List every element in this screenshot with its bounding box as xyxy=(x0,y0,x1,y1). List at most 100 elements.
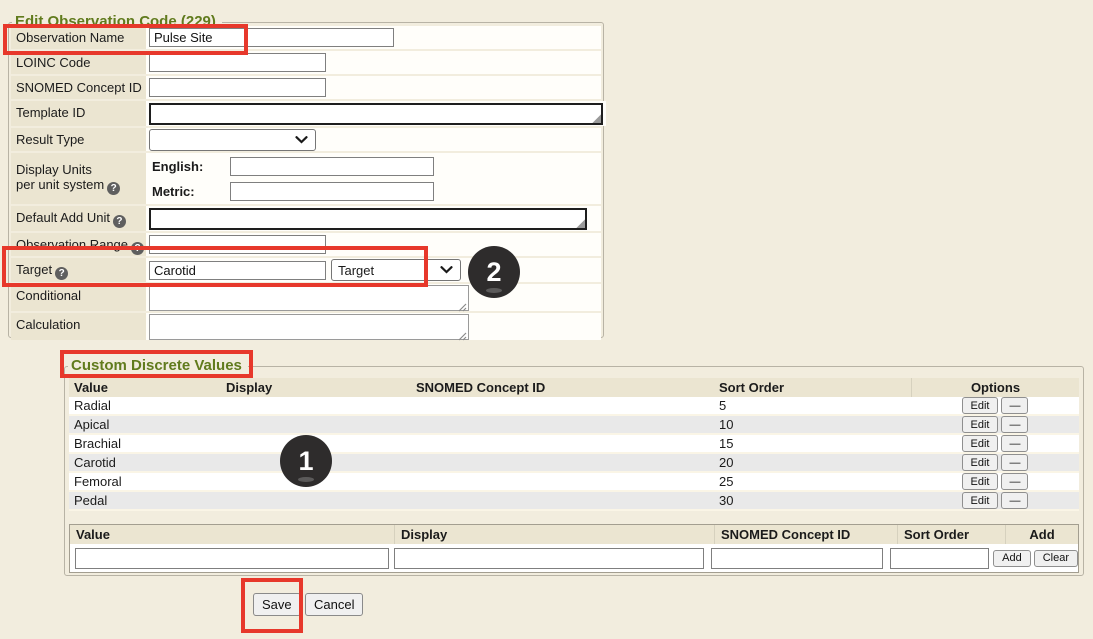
snomed-label: SNOMED Concept ID xyxy=(11,76,146,99)
add-display-input[interactable] xyxy=(394,548,704,569)
result-type-select[interactable] xyxy=(149,129,316,151)
template-id-textarea[interactable] xyxy=(149,103,603,125)
add-col-value: Value xyxy=(70,527,394,542)
edit-button[interactable]: Edit xyxy=(962,454,999,471)
default-add-unit-textarea[interactable] xyxy=(149,208,587,230)
save-button[interactable]: Save xyxy=(253,593,301,616)
cell-sort-order: 20 xyxy=(713,455,911,470)
display-units-label: Display Units per unit system? xyxy=(11,153,146,204)
row-result-type: Result Type xyxy=(11,128,601,151)
form-rows: Observation Name LOINC Code SNOMED Conce… xyxy=(11,26,601,340)
cell-options: Edit — xyxy=(911,454,1079,471)
help-icon[interactable]: ? xyxy=(113,215,126,228)
discrete-table: Value Display SNOMED Concept ID Sort Ord… xyxy=(69,378,1079,511)
loinc-input[interactable] xyxy=(149,53,326,72)
metric-units-input[interactable] xyxy=(230,182,434,201)
row-default-add-unit: Default Add Unit? xyxy=(11,206,601,231)
cell-options: Edit — xyxy=(911,416,1079,433)
add-col-snomed: SNOMED Concept ID xyxy=(714,525,897,544)
cell-sort-order: 10 xyxy=(713,417,911,432)
row-snomed: SNOMED Concept ID xyxy=(11,76,601,99)
add-value-table: Value Display SNOMED Concept ID Sort Ord… xyxy=(69,524,1079,573)
chevron-down-icon xyxy=(440,266,453,274)
custom-discrete-values-section: Custom Discrete Values Value Display SNO… xyxy=(64,366,1084,576)
add-table-body: Add Clear xyxy=(70,544,1078,572)
callout-2: 2 xyxy=(468,246,520,298)
display-units-label-line2: per unit system xyxy=(16,177,104,192)
remove-button[interactable]: — xyxy=(1001,473,1028,490)
calculation-label: Calculation xyxy=(11,313,146,340)
remove-button[interactable]: — xyxy=(1001,454,1028,471)
target-select[interactable]: Target xyxy=(331,259,461,281)
cell-sort-order: 15 xyxy=(713,436,911,451)
remove-button[interactable]: — xyxy=(1001,435,1028,452)
observation-range-input[interactable] xyxy=(149,235,326,254)
add-value-input[interactable] xyxy=(75,548,389,569)
edit-button[interactable]: Edit xyxy=(962,397,999,414)
add-col-add: Add xyxy=(1005,525,1078,544)
observation-range-label: Observation Range? xyxy=(11,233,146,256)
remove-button[interactable]: — xyxy=(1001,397,1028,414)
english-units-input[interactable] xyxy=(230,157,434,176)
table-row: Pedal 30 Edit — xyxy=(69,492,1079,511)
add-sort-order-input[interactable] xyxy=(890,548,989,569)
row-observation-range: Observation Range? xyxy=(11,233,601,256)
cell-value: Brachial xyxy=(69,436,223,451)
snomed-input[interactable] xyxy=(149,78,326,97)
row-loinc: LOINC Code xyxy=(11,51,601,74)
cancel-button[interactable]: Cancel xyxy=(305,593,363,616)
help-icon[interactable]: ? xyxy=(131,242,144,255)
cell-sort-order: 5 xyxy=(713,398,911,413)
conditional-textarea[interactable] xyxy=(149,285,469,311)
cell-value: Femoral xyxy=(69,474,223,489)
add-button[interactable]: Add xyxy=(993,550,1031,567)
resize-grip-icon[interactable] xyxy=(458,329,467,338)
cell-options: Edit — xyxy=(911,473,1079,490)
cell-value: Carotid xyxy=(69,455,223,470)
col-value: Value xyxy=(69,380,223,395)
cell-options: Edit — xyxy=(911,435,1079,452)
edit-button[interactable]: Edit xyxy=(962,416,999,433)
row-calculation: Calculation xyxy=(11,313,601,340)
row-display-units: Display Units per unit system? English: … xyxy=(11,153,601,204)
edit-button[interactable]: Edit xyxy=(962,492,999,509)
result-type-label: Result Type xyxy=(11,128,146,151)
table-row: Brachial 15 Edit — xyxy=(69,435,1079,454)
cell-sort-order: 25 xyxy=(713,474,911,489)
metric-label: Metric: xyxy=(152,184,230,199)
cell-options: Edit — xyxy=(911,492,1079,509)
edit-button[interactable]: Edit xyxy=(962,435,999,452)
help-icon[interactable]: ? xyxy=(55,267,68,280)
observation-name-input[interactable] xyxy=(149,28,394,47)
conditional-label: Conditional xyxy=(11,284,146,311)
chevron-down-icon xyxy=(295,136,308,144)
remove-button[interactable]: — xyxy=(1001,492,1028,509)
target-selected-value: Target xyxy=(338,263,374,278)
table-row: Carotid 20 Edit — xyxy=(69,454,1079,473)
target-input[interactable] xyxy=(149,261,326,280)
callout-1: 1 xyxy=(280,435,332,487)
default-add-unit-label: Default Add Unit? xyxy=(11,206,146,231)
table-row: Apical 10 Edit — xyxy=(69,416,1079,435)
display-units-label-line1: Display Units xyxy=(16,162,92,177)
calculation-textarea[interactable] xyxy=(149,314,469,340)
edit-observation-form: Edit Observation Code (229) Observation … xyxy=(8,22,604,338)
col-snomed: SNOMED Concept ID xyxy=(411,380,713,395)
target-label: Target? xyxy=(11,258,146,282)
edit-button[interactable]: Edit xyxy=(962,473,999,490)
remove-button[interactable]: — xyxy=(1001,416,1028,433)
cell-options: Edit — xyxy=(911,397,1079,414)
resize-grip-icon[interactable] xyxy=(575,218,585,228)
col-sort-order: Sort Order xyxy=(713,380,911,395)
discrete-table-header: Value Display SNOMED Concept ID Sort Ord… xyxy=(69,378,1079,397)
col-options: Options xyxy=(911,378,1079,397)
observation-name-label: Observation Name xyxy=(11,26,146,49)
resize-grip-icon[interactable] xyxy=(591,113,601,123)
cell-value: Pedal xyxy=(69,493,223,508)
resize-grip-icon[interactable] xyxy=(458,300,467,309)
loinc-label: LOINC Code xyxy=(11,51,146,74)
help-icon[interactable]: ? xyxy=(107,182,120,195)
add-snomed-input[interactable] xyxy=(711,548,883,569)
add-col-sort-order: Sort Order xyxy=(897,525,1005,544)
clear-button[interactable]: Clear xyxy=(1034,550,1078,567)
